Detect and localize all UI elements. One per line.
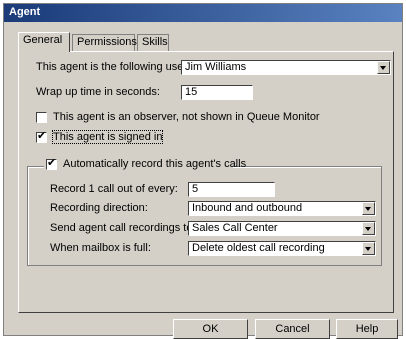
recording-group-header: ✔ Automatically record this agent's call… [44, 157, 246, 172]
title-bar: Agent [4, 4, 402, 22]
direction-dropdown-button[interactable] [362, 202, 375, 215]
ok-button[interactable]: OK [173, 319, 248, 339]
direction-select[interactable]: Inbound and outbound [188, 201, 376, 216]
cancel-button[interactable]: Cancel [255, 319, 330, 339]
direction-label: Recording direction: [50, 202, 148, 214]
observer-checkbox[interactable] [36, 112, 47, 123]
wrapup-label: Wrap up time in seconds: [36, 86, 160, 98]
record-every-input[interactable]: 5 [188, 182, 275, 197]
mailbox-full-select-value: Delete oldest call recording [192, 242, 325, 254]
mailbox-full-label: When mailbox is full: [50, 242, 151, 254]
chevron-down-icon [365, 207, 371, 211]
send-to-select-value: Sales Call Center [192, 222, 278, 234]
user-select-value: Jim Williams [185, 61, 247, 73]
tab-general[interactable]: General [18, 32, 70, 52]
auto-record-checkbox[interactable]: ✔ [46, 157, 57, 170]
send-to-select[interactable]: Sales Call Center [188, 221, 376, 236]
user-label: This agent is the following user: [36, 61, 191, 73]
tab-general-label: General [23, 34, 63, 46]
direction-select-value: Inbound and outbound [192, 202, 303, 214]
chevron-down-icon [380, 66, 386, 70]
signed-in-label: This agent is signed in [51, 130, 164, 144]
user-dropdown-button[interactable] [377, 61, 390, 74]
signed-in-checkbox[interactable]: ✔ [36, 130, 47, 143]
agent-dialog: Agent General Permissions Skills This ag… [3, 3, 403, 339]
chevron-down-icon [365, 247, 371, 251]
tab-permissions-label: Permissions [77, 36, 137, 48]
mailbox-full-select[interactable]: Delete oldest call recording [188, 241, 376, 256]
wrapup-input[interactable]: 15 [181, 85, 253, 100]
help-button[interactable]: Help [336, 319, 398, 339]
auto-record-label: Automatically record this agent's calls [63, 158, 247, 170]
send-to-label: Send agent call recordings to: [50, 222, 196, 234]
tab-permissions[interactable]: Permissions [72, 34, 137, 51]
user-select[interactable]: Jim Williams [181, 60, 391, 75]
checkmark-icon: ✔ [47, 157, 57, 169]
tab-skills[interactable]: Skills [137, 34, 169, 51]
chevron-down-icon [365, 227, 371, 231]
send-to-dropdown-button[interactable] [362, 222, 375, 235]
checkmark-icon: ✔ [37, 130, 47, 142]
record-every-label: Record 1 call out of every: [50, 183, 178, 195]
tab-skills-label: Skills [142, 36, 168, 48]
mailbox-full-dropdown-button[interactable] [362, 242, 375, 255]
observer-label: This agent is an observer, not shown in … [53, 111, 320, 123]
window-title: Agent [9, 6, 41, 18]
